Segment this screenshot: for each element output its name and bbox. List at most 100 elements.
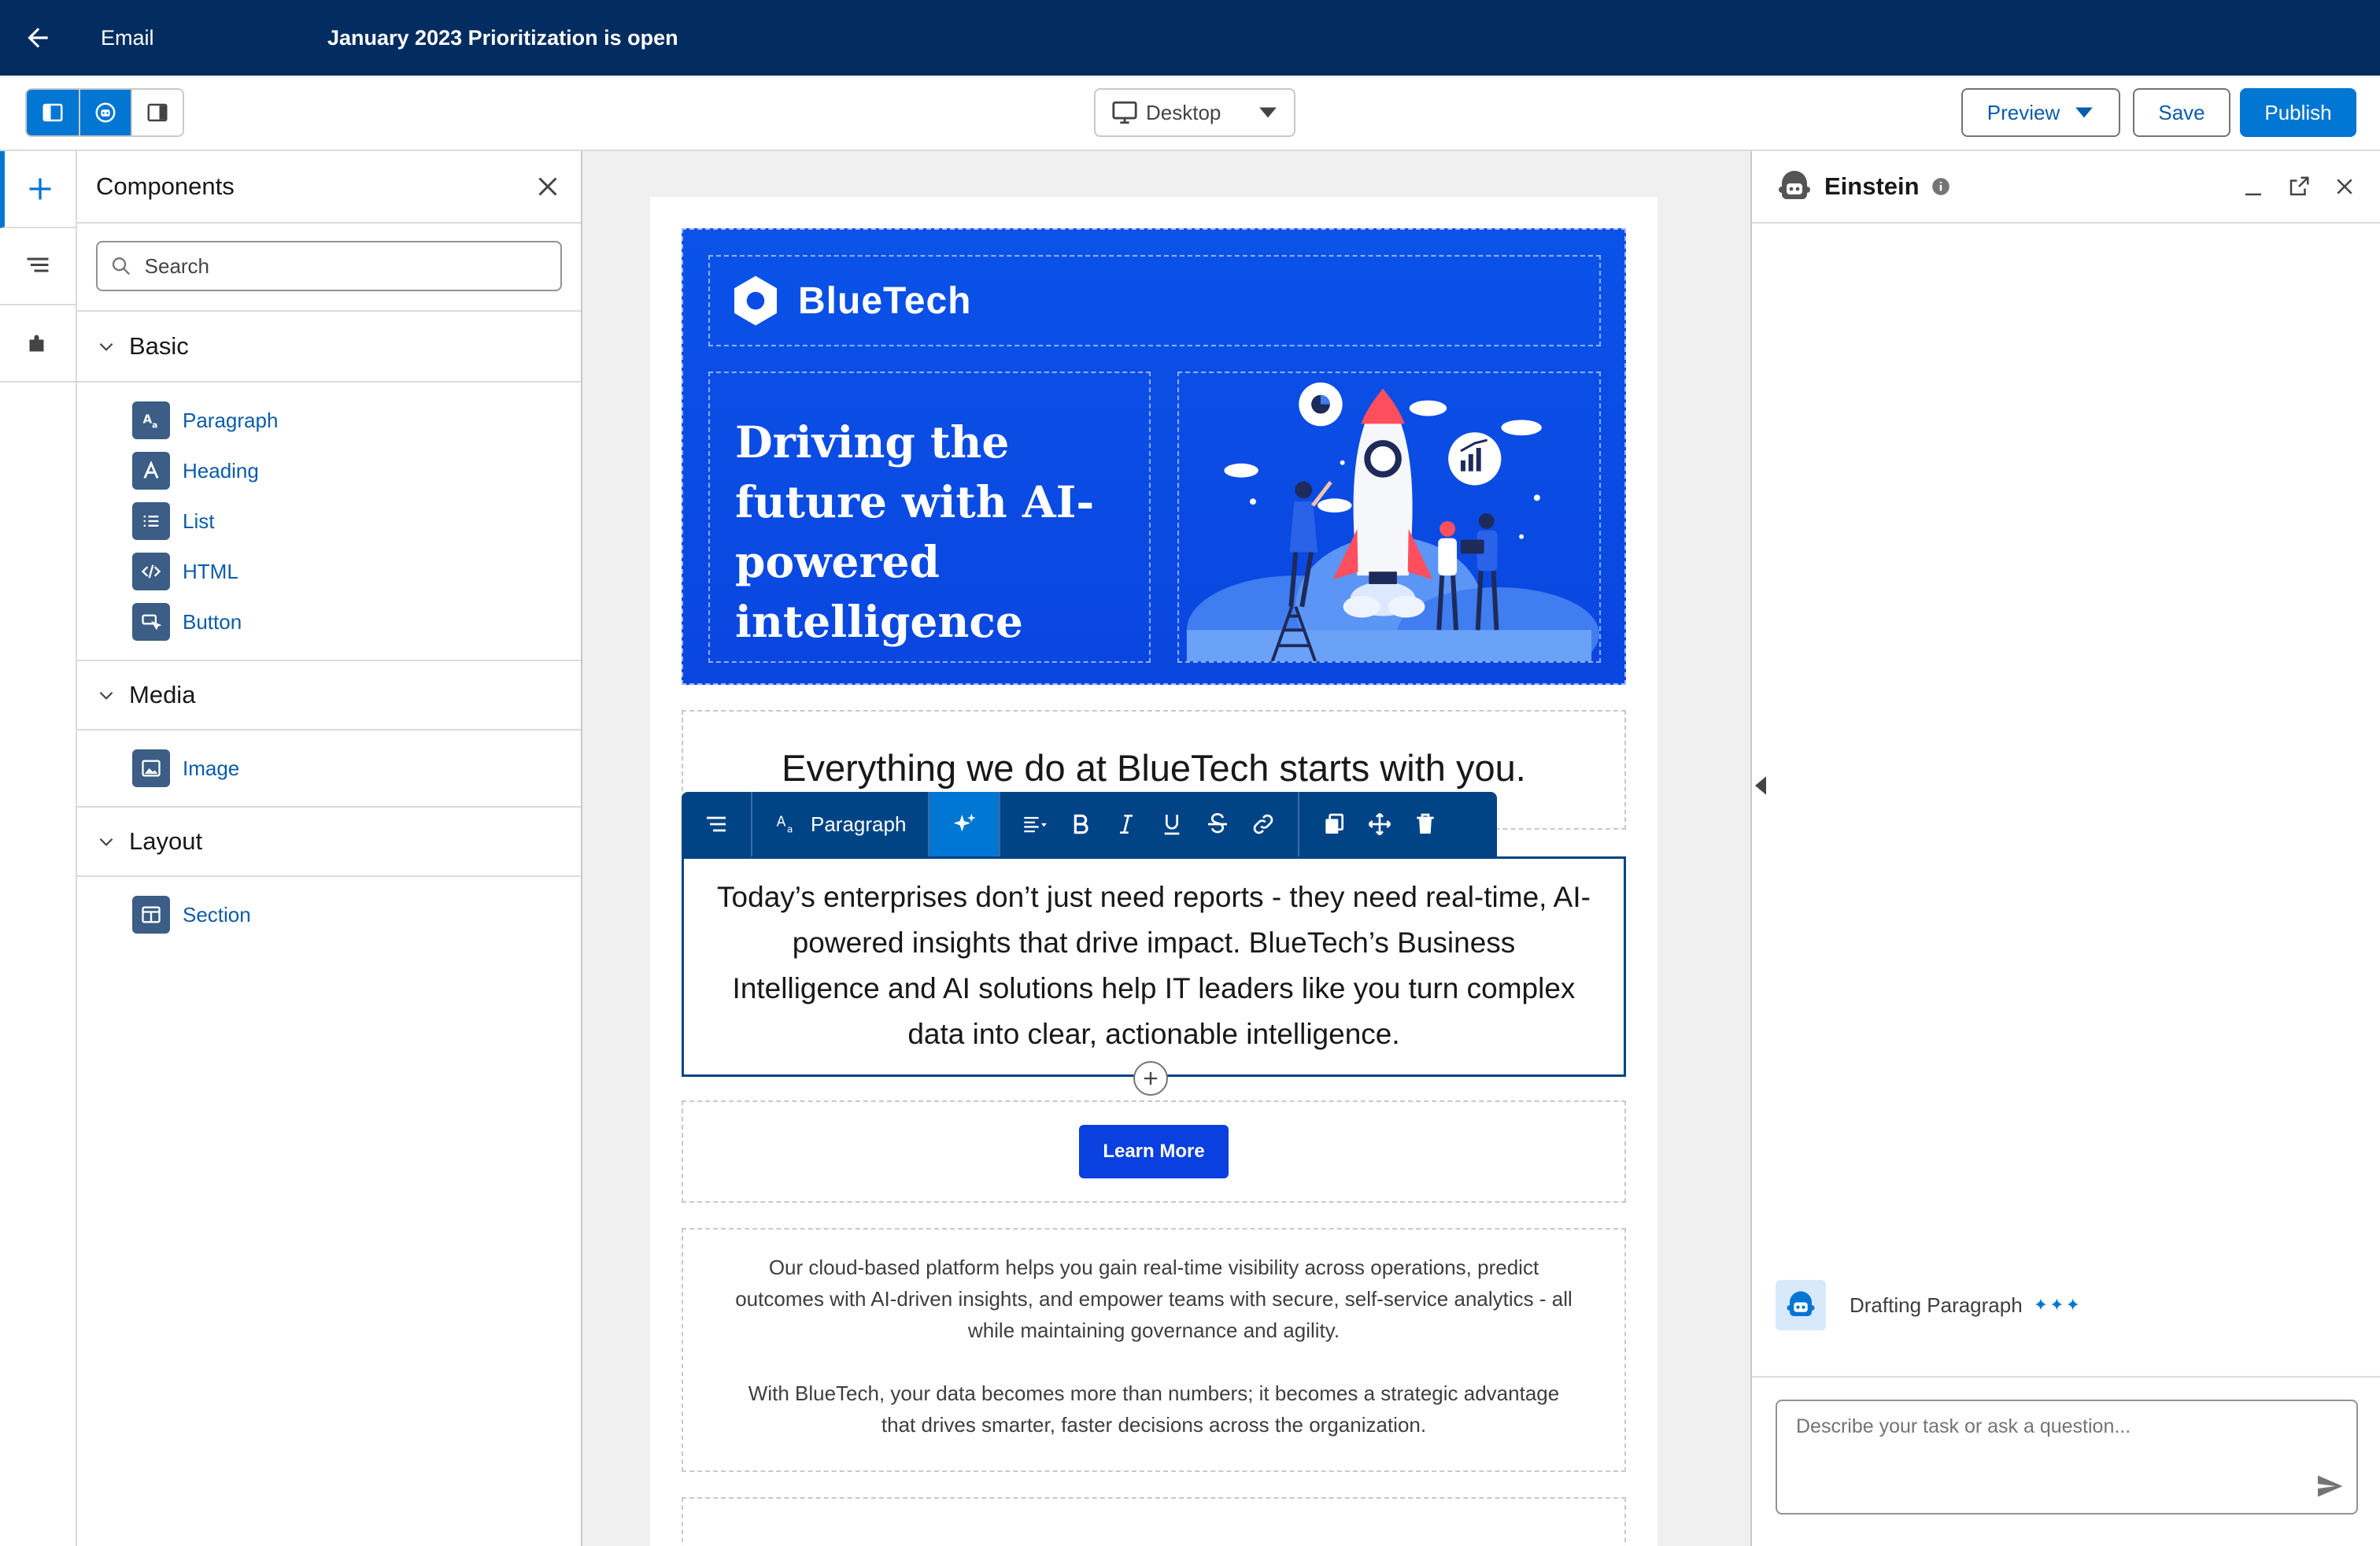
component-label: Heading [183,458,259,483]
arrow-left-icon [28,28,48,48]
component-item-section[interactable]: Section [77,890,581,940]
components-panel: Components Basic Aa Paragraph Heading [77,151,582,1546]
brand-name: BlueTech [798,279,972,322]
bold-icon[interactable] [1068,812,1093,837]
rail-layers[interactable] [0,228,76,305]
rte-format-group [1000,792,1300,856]
hero-headline: Driving the future with AI-powered intel… [735,416,1095,647]
copy-icon[interactable] [1321,812,1347,837]
body-text-2: With BlueTech, your data becomes more th… [748,1381,1560,1437]
puzzle-icon [29,335,44,352]
einstein-input-area [1752,1376,2380,1546]
strikethrough-icon[interactable] [1205,812,1230,837]
component-item-heading[interactable]: Heading [77,446,581,496]
rte-ai-assist-button[interactable] [929,792,1001,856]
einstein-prompt-input[interactable] [1796,1415,2338,1478]
group-title: Basic [129,332,189,360]
einstein-panel: Einstein Drafting Paragraph ✦✦✦ [1750,151,2380,1546]
hero-section[interactable]: BlueTech Driving the future with AI-powe… [682,228,1626,685]
text-align-icon[interactable] [1022,812,1048,837]
chevron-down-icon [99,691,113,700]
rte-drag-handle[interactable] [682,792,752,856]
minimize-icon[interactable] [2241,175,2265,198]
hero-text-block[interactable]: Driving the future with AI-powered intel… [708,372,1151,663]
logo-block[interactable]: BlueTech [708,255,1601,346]
rail-add-components[interactable] [0,151,76,228]
trash-icon[interactable] [1413,812,1438,837]
publish-button[interactable]: Publish [2240,88,2356,137]
toggle-left-panel-button[interactable] [27,90,79,135]
underline-icon[interactable] [1159,812,1184,837]
einstein-header: Einstein [1752,151,2380,224]
save-button[interactable]: Save [2133,88,2230,137]
rail-extensions[interactable] [0,305,76,383]
group-header-media[interactable]: Media [77,660,581,730]
section-icon [132,896,170,934]
component-label: Button [183,609,242,634]
einstein-bot-icon [1779,171,1810,199]
align-lines-icon [707,816,726,832]
rte-block-actions [1299,792,1460,856]
einstein-bot-icon [1787,1291,1815,1316]
chevron-down-icon [99,342,113,351]
einstein-title: Einstein [1824,172,1920,200]
move-icon[interactable] [1367,812,1392,837]
component-item-list[interactable]: List [77,496,581,546]
learn-more-button[interactable]: Learn More [1079,1125,1229,1178]
rocket-illustration-icon [1186,382,1599,661]
components-header: Components [77,151,581,224]
button-block[interactable]: Learn More [682,1100,1626,1203]
group-header-layout[interactable]: Layout [77,806,581,877]
add-block-button[interactable] [1133,1061,1168,1096]
components-search-box[interactable] [96,241,562,291]
einstein-window-actions [2241,175,2356,198]
next-block[interactable] [682,1497,1626,1546]
toggle-einstein-button[interactable] [79,90,131,135]
app-header: Email January 2023 Prioritization is ope… [0,0,2380,76]
preview-button[interactable]: Preview [1961,88,2120,137]
italic-icon[interactable] [1114,812,1139,837]
device-select-value: Desktop [1146,100,1221,124]
components-search-input[interactable] [144,253,548,279]
device-select[interactable]: Desktop [1094,88,1295,137]
body-text-1: Our cloud-based platform helps you gain … [735,1256,1572,1342]
close-icon[interactable] [2333,175,2356,198]
component-item-button[interactable]: Button [77,597,581,647]
group-header-basic[interactable]: Basic [77,312,581,383]
editor-toolbar: Desktop Preview Save Publish [0,76,2380,151]
caret-down-icon [2075,107,2094,118]
bluetech-logo-icon [734,276,777,326]
heading-icon [132,452,170,490]
chevron-down-icon [99,838,113,846]
monitor-icon [1112,101,1137,124]
close-icon[interactable] [534,172,562,201]
loading-sparkles-icon: ✦✦✦ [2033,1295,2082,1315]
search-icon [112,257,130,276]
rich-text-toolbar: Aa Paragraph [682,792,1497,856]
hero-image-block[interactable] [1177,372,1601,663]
einstein-avatar [1776,1280,1826,1330]
group-title: Layout [129,827,203,855]
einstein-bot-icon [95,102,116,123]
component-label: Section [183,902,251,926]
pop-out-icon[interactable] [2287,175,2311,198]
send-icon[interactable] [2315,1472,2344,1500]
sparkle-icon [954,813,977,832]
body-text-block[interactable]: Our cloud-based platform helps you gain … [682,1228,1626,1472]
collapse-arrow-icon[interactable] [1752,775,1769,797]
email-canvas: BlueTech Driving the future with AI-powe… [582,151,1750,1546]
toggle-right-panel-button[interactable] [131,90,183,135]
email-paragraph[interactable]: Today’s enterprises don’t just need repo… [715,875,1592,1057]
paragraph-block-selected[interactable]: Today’s enterprises don’t just need repo… [682,856,1626,1077]
paragraph-icon: Aa [132,401,170,439]
left-rail [0,151,77,1546]
rte-block-type[interactable]: Aa Paragraph [752,792,930,856]
link-icon[interactable] [1251,812,1276,837]
info-icon[interactable] [1931,176,1951,197]
component-item-paragraph[interactable]: Aa Paragraph [77,395,581,446]
back-button[interactable] [0,0,76,76]
plus-icon [29,178,51,200]
component-item-image[interactable]: Image [77,743,581,793]
component-item-html[interactable]: HTML [77,546,581,597]
einstein-prompt-box[interactable] [1776,1400,2358,1515]
